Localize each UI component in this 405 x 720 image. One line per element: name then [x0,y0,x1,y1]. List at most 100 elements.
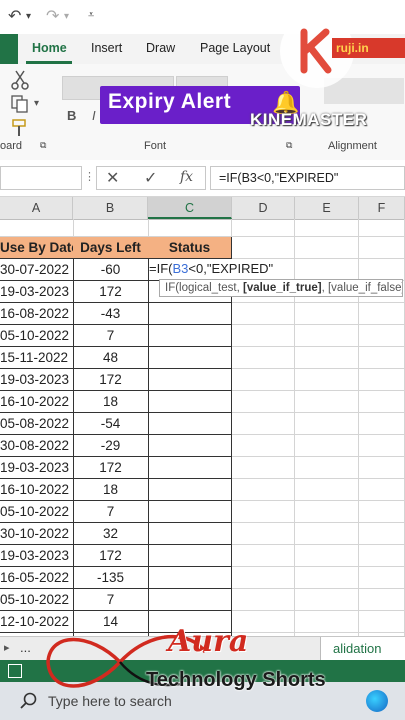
empty-cell[interactable] [232,545,295,567]
tooltip-current-arg[interactable]: [value_if_true] [243,282,322,294]
empty-cell[interactable] [295,479,359,501]
date-cell[interactable]: 16-10-2022 [0,391,74,413]
date-cell[interactable]: 05-10-2022 [0,325,74,347]
date-cell[interactable]: 15-11-2022 [0,347,74,369]
days-left-cell[interactable]: 48 [73,347,149,369]
empty-cell[interactable] [232,501,295,523]
days-left-cell[interactable]: -29 [73,435,149,457]
empty-cell[interactable] [295,589,359,611]
days-left-cell[interactable]: 172 [73,457,149,479]
days-left-cell[interactable]: 18 [73,479,149,501]
column-header-c[interactable]: C [148,197,232,219]
empty-cell[interactable] [232,589,295,611]
empty-cell[interactable] [232,457,295,479]
days-left-cell[interactable]: 7 [73,589,149,611]
empty-cell[interactable] [295,567,359,589]
scroll-sheets-icon[interactable]: ▸ [4,641,10,654]
name-box-dropdown-icon[interactable]: ⋮ [84,170,95,183]
file-tab-edge[interactable] [0,34,18,64]
status-cell[interactable] [148,325,232,347]
empty-cell[interactable] [295,369,359,391]
header-status[interactable]: Status [148,237,232,259]
status-cell[interactable] [148,479,232,501]
empty-cell[interactable] [359,369,405,391]
date-cell[interactable]: 19-03-2023 [0,281,74,303]
header-days-left[interactable]: Days Left [73,237,149,259]
empty-cell[interactable] [232,435,295,457]
tooltip-rest-args[interactable]: , [value_if_false]) [322,282,402,294]
empty-cell[interactable] [232,479,295,501]
empty-cell[interactable] [295,391,359,413]
empty-cell[interactable] [232,237,295,259]
empty-cell[interactable] [359,589,405,611]
empty-cell[interactable] [359,457,405,479]
empty-cell[interactable] [359,501,405,523]
status-cell[interactable] [148,589,232,611]
font-launcher-icon[interactable]: ⧉ [286,140,292,151]
empty-cell[interactable] [0,219,74,237]
empty-cell[interactable] [232,325,295,347]
empty-cell[interactable] [232,303,295,325]
column-header-b[interactable]: B [73,197,148,219]
status-cell[interactable] [148,523,232,545]
bold-icon[interactable]: B [67,108,76,123]
empty-cell[interactable] [359,479,405,501]
empty-cell[interactable] [295,435,359,457]
days-left-cell[interactable]: 18 [73,391,149,413]
empty-cell[interactable] [295,237,359,259]
empty-cell[interactable] [295,303,359,325]
date-cell[interactable]: 16-10-2022 [0,479,74,501]
days-left-cell[interactable]: -60 [73,259,149,281]
empty-cell[interactable] [232,391,295,413]
redo-dropdown-icon[interactable]: ▾ [64,11,69,22]
clipboard-launcher-icon[interactable]: ⧉ [40,140,46,151]
days-left-cell[interactable]: 172 [73,545,149,567]
status-cell[interactable] [148,413,232,435]
days-left-cell[interactable]: -43 [73,303,149,325]
days-left-cell[interactable]: 7 [73,501,149,523]
empty-cell[interactable] [359,545,405,567]
days-left-cell[interactable]: -54 [73,413,149,435]
empty-cell[interactable] [232,523,295,545]
format-painter-icon[interactable] [10,118,30,138]
tab-insert[interactable]: Insert [91,41,122,55]
empty-cell[interactable] [359,325,405,347]
empty-cell[interactable] [73,219,149,237]
empty-cell[interactable] [295,545,359,567]
column-header-e[interactable]: E [295,197,359,219]
formula-input[interactable]: =IF(B3<0,"EXPIRED" [210,166,405,190]
days-left-cell[interactable]: 7 [73,325,149,347]
empty-cell[interactable] [295,325,359,347]
days-left-cell[interactable]: 172 [73,369,149,391]
search-icon[interactable] [20,692,38,710]
empty-cell[interactable] [232,347,295,369]
undo-icon[interactable]: ↶ [8,6,21,26]
editing-cell-c3[interactable]: =IF(B3<0,"EXPIRED" [149,259,276,279]
empty-cell[interactable] [232,413,295,435]
cut-icon[interactable] [8,68,32,92]
tab-draw[interactable]: Draw [146,41,175,55]
empty-cell[interactable] [359,435,405,457]
cancel-icon[interactable]: ✕ [106,168,119,188]
status-cell[interactable] [148,567,232,589]
status-cell[interactable] [148,369,232,391]
empty-cell[interactable] [295,501,359,523]
name-box[interactable] [0,166,82,190]
days-left-cell[interactable]: 32 [73,523,149,545]
status-cell[interactable] [148,391,232,413]
empty-cell[interactable] [232,219,295,237]
status-cell[interactable] [148,545,232,567]
empty-cell[interactable] [359,567,405,589]
empty-cell[interactable] [359,347,405,369]
header-use-by-date[interactable]: Use By Date [0,237,74,259]
empty-cell[interactable] [232,369,295,391]
empty-cell[interactable] [359,523,405,545]
tooltip-function[interactable]: IF(logical_test, [165,282,243,294]
date-cell[interactable]: 19-03-2023 [0,545,74,567]
date-cell[interactable]: 16-05-2022 [0,567,74,589]
status-cell[interactable] [148,501,232,523]
empty-cell[interactable] [295,219,359,237]
undo-dropdown-icon[interactable]: ▾ [26,11,31,22]
empty-cell[interactable] [359,391,405,413]
customize-toolbar-icon[interactable]: ⩡ [88,9,94,22]
